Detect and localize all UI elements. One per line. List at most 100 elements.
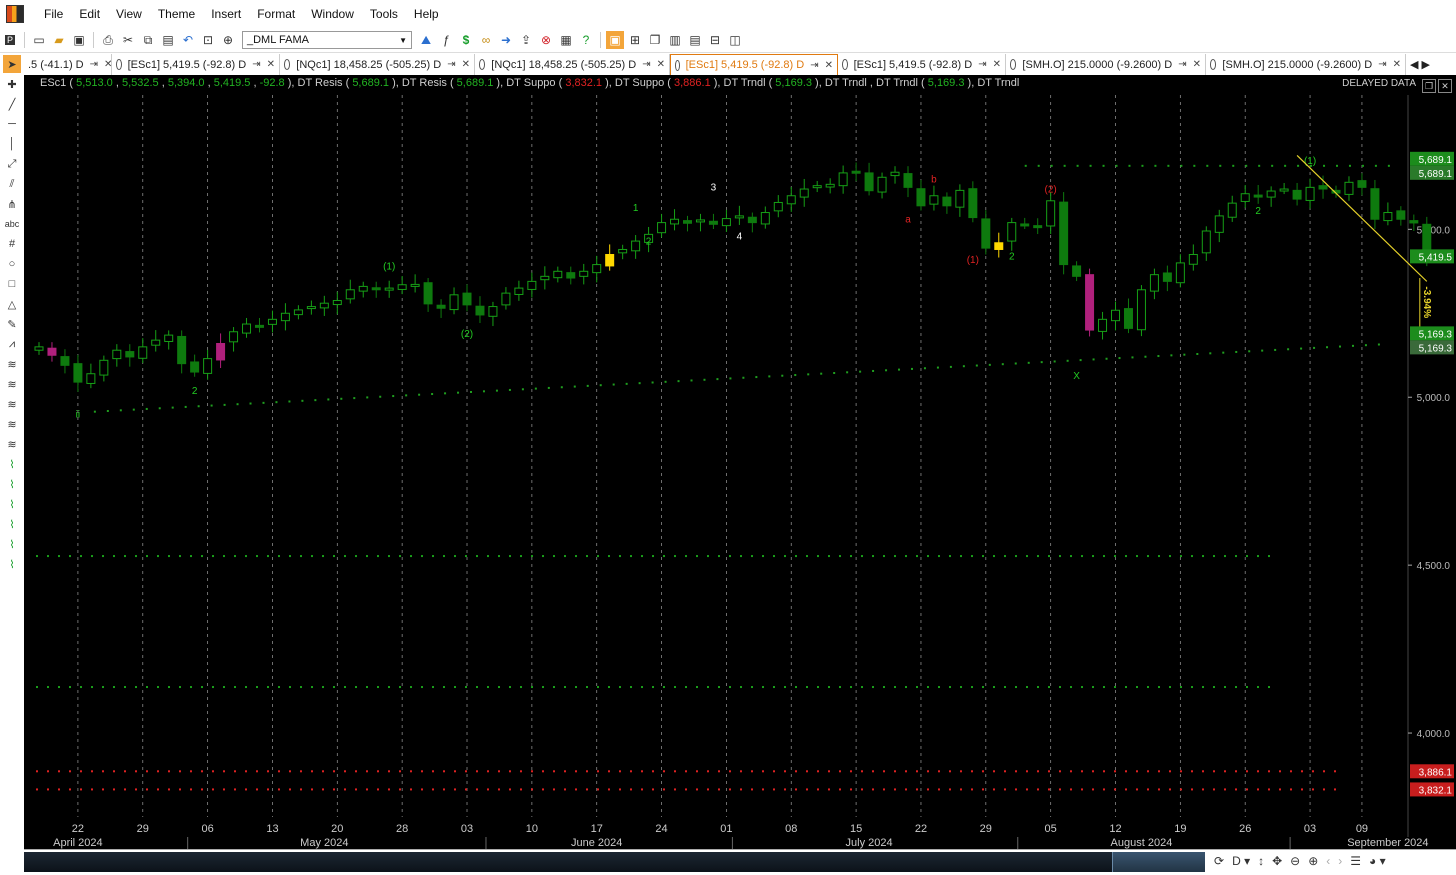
chart-tab[interactable]: [ESc1] 5,419.5 (-92.8) D ⇥ ✕ (838, 54, 1006, 75)
pin-icon[interactable]: ⇥ (447, 59, 455, 70)
chevron-right-icon[interactable]: ▶ (1422, 58, 1430, 71)
line-icon[interactable]: ╱ (3, 95, 21, 113)
zoom-out-icon[interactable]: ⊖ (1290, 854, 1300, 868)
close-icon[interactable]: ✕ (993, 59, 1001, 70)
help-icon[interactable]: ? (577, 31, 595, 49)
layout-grid-icon[interactable]: ⊞ (626, 31, 644, 49)
page-select[interactable]: _DML FAMA ▼ (242, 31, 412, 49)
ray-icon[interactable]: ⤢ (3, 155, 21, 173)
chart-area[interactable]: 4,000.0 4,500.0 5,000.0 5,500.0 22 29 06 13 20 28… (24, 75, 1456, 849)
wave-4-icon[interactable]: ⌇ (3, 515, 21, 533)
menu-window[interactable]: Window (303, 7, 362, 21)
pin-icon[interactable]: ⇥ (1378, 59, 1386, 70)
close-icon[interactable]: ✕ (462, 59, 470, 70)
wave-6-icon[interactable]: ⌇ (3, 555, 21, 573)
polyline-icon[interactable]: ⩘ (3, 335, 21, 353)
layout-single-icon[interactable]: ▣ (606, 31, 624, 49)
new-file-icon[interactable]: ▭ (30, 31, 48, 49)
chart-tab[interactable]: [NQc1] 18,458.25 (-505.25) D ⇥ ✕ (475, 54, 670, 75)
triangle-icon[interactable]: △ (3, 295, 21, 313)
crosshair-icon[interactable]: ✚ (3, 75, 21, 93)
pan-icon[interactable]: ✥ (1272, 854, 1282, 868)
function-icon[interactable]: ƒ (437, 31, 455, 49)
copy-icon[interactable]: ⧉ (139, 31, 157, 49)
close-icon[interactable]: ✕ (825, 60, 833, 71)
chart-tab[interactable]: [SMH.O] 215.0000 (-9.2600) D ⇥ ✕ (1206, 54, 1406, 75)
chevron-left-icon[interactable]: ◀ (1410, 58, 1418, 71)
layout-rows-icon[interactable]: ▤ (686, 31, 704, 49)
pen-icon[interactable]: ✎ (3, 315, 21, 333)
menu-tools[interactable]: Tools (362, 7, 406, 21)
scroll-left-icon[interactable]: ‹ (1326, 854, 1330, 868)
menu-edit[interactable]: Edit (71, 7, 108, 21)
pin-icon[interactable]: ⇥ (1178, 59, 1186, 70)
refresh-icon[interactable]: ⟳ (1214, 854, 1224, 868)
zoom-in-icon[interactable]: ⊕ (1308, 854, 1318, 868)
print-icon[interactable]: ⎙ (99, 31, 117, 49)
vertical-scale-icon[interactable]: ↕ (1258, 854, 1264, 868)
close-icon[interactable]: ✕ (267, 59, 275, 70)
binoculars-icon[interactable]: ∞ (477, 31, 495, 49)
chart-type-icon[interactable]: ⛰ (417, 31, 435, 49)
layout-split-h-icon[interactable]: ⊟ (706, 31, 724, 49)
price-chart[interactable]: 4,000.04,500.05,000.05,500.022 29 06 13 20 28… (24, 75, 1456, 849)
wave-wxy-icon[interactable]: ≋ (3, 415, 21, 433)
upload-icon[interactable]: ⇪ (517, 31, 535, 49)
p-icon[interactable]: P (1, 31, 19, 49)
close-chart-icon[interactable]: ✕ (1438, 79, 1452, 93)
pin-icon[interactable]: ⇥ (90, 59, 98, 70)
wave-2-icon[interactable]: ⌇ (3, 475, 21, 493)
menu-insert[interactable]: Insert (203, 7, 249, 21)
grid-icon[interactable]: # (3, 235, 21, 253)
wave-5-icon[interactable]: ⌇ (3, 535, 21, 553)
rectangle-icon[interactable]: □ (3, 275, 21, 293)
paste-icon[interactable]: ▤ (159, 31, 177, 49)
chart-tab-active[interactable]: [ESc1] 5,419.5 (-92.8) D ⇥ ✕ (670, 54, 838, 75)
chart-tab[interactable]: [NQc1] 18,458.25 (-505.25) D ⇥ ✕ (280, 54, 475, 75)
pointer-icon[interactable]: ➤ (3, 55, 21, 73)
close-icon[interactable]: ✕ (1393, 59, 1401, 70)
palette-icon[interactable]: ◕ ▾ (1369, 854, 1386, 868)
menu-help[interactable]: Help (406, 7, 447, 21)
text-icon[interactable]: abc (3, 215, 21, 233)
circle-icon[interactable]: ○ (3, 255, 21, 273)
pitchfork-icon[interactable]: ⋔ (3, 195, 21, 213)
save-icon[interactable]: ▣ (70, 31, 88, 49)
close-icon[interactable]: ✕ (657, 59, 665, 70)
close-icon[interactable]: ✕ (1193, 59, 1201, 70)
menu-theme[interactable]: Theme (150, 7, 203, 21)
hline-icon[interactable]: ─ (3, 115, 21, 133)
overview-scroll-thumb[interactable] (1112, 852, 1205, 872)
menu-format[interactable]: Format (249, 7, 303, 21)
undo-icon[interactable]: ↶ (179, 31, 197, 49)
channel-icon[interactable]: ⫽ (3, 175, 21, 193)
layout-columns-icon[interactable]: ▥ (666, 31, 684, 49)
zoom-window-icon[interactable]: ⊕ (219, 31, 237, 49)
layout-cascade-icon[interactable]: ❐ (646, 31, 664, 49)
pin-icon[interactable]: ⇥ (642, 59, 650, 70)
menu-view[interactable]: View (108, 7, 150, 21)
dollar-icon[interactable]: $ (457, 31, 475, 49)
chart-tab[interactable]: [ESc1] 5,419.5 (-92.8) D ⇥ ✕ (112, 54, 280, 75)
wave-abc-icon[interactable]: ≋ (3, 375, 21, 393)
interval-select[interactable]: D ▾ (1232, 854, 1250, 868)
menu-file[interactable]: File (36, 7, 71, 21)
list-icon[interactable]: ☰ (1350, 854, 1361, 868)
pin-icon[interactable]: ⇥ (252, 59, 260, 70)
wave-1-icon[interactable]: ⌇ (3, 455, 21, 473)
vline-icon[interactable]: │ (3, 135, 21, 153)
pin-icon[interactable]: ⇥ (810, 60, 818, 71)
wave-3-icon[interactable]: ⌇ (3, 495, 21, 513)
layout-split-v-icon[interactable]: ◫ (726, 31, 744, 49)
overview-scroll-strip[interactable] (24, 852, 1204, 872)
open-folder-icon[interactable]: ▰ (50, 31, 68, 49)
pin-icon[interactable]: ⇥ (978, 59, 986, 70)
arrow-right-icon[interactable]: ➜ (497, 31, 515, 49)
scroll-right-icon[interactable]: › (1338, 854, 1342, 868)
target-icon[interactable]: ⊗ (537, 31, 555, 49)
chart-tab[interactable]: .5 (-41.1) D ⇥ ✕ (24, 54, 112, 75)
wave-12345-icon[interactable]: ≋ (3, 355, 21, 373)
chart-tab[interactable]: [SMH.O] 215.0000 (-9.2600) D ⇥ ✕ (1006, 54, 1206, 75)
cut-icon[interactable]: ✂ (119, 31, 137, 49)
tab-scroll[interactable]: ◀ ▶ (1406, 54, 1456, 75)
